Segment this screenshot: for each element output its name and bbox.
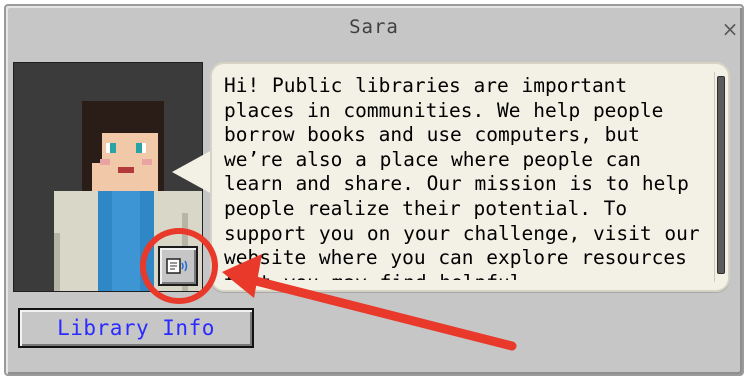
annotation-arrow (222, 254, 517, 351)
